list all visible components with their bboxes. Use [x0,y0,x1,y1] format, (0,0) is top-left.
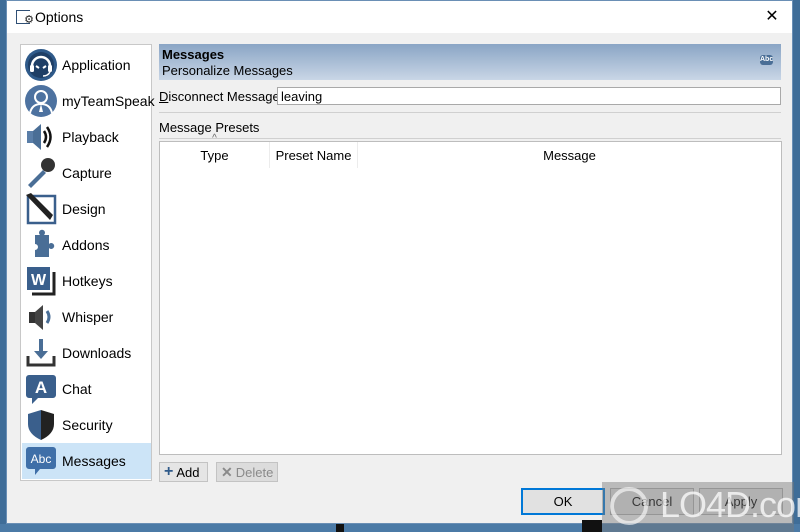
label-text: isconnect Message: [168,89,284,104]
speaker-icon [24,120,58,154]
delete-preset-button[interactable]: ✕ Delete [216,462,278,482]
mnemonic-letter: D [159,89,169,104]
ok-button[interactable]: OK [521,488,605,515]
svg-text:Abc: Abc [31,452,52,466]
svg-text:A: A [35,378,47,397]
sidebar-item-downloads[interactable]: Downloads [22,335,151,371]
sidebar-item-label: Playback [62,129,119,145]
watermark-logo-icon [610,487,648,525]
sidebar-item-label: Security [62,417,113,433]
svg-text:W: W [31,272,47,289]
sidebar-item-label: Design [62,201,106,217]
disconnect-message-label: Disconnect Message: [159,89,283,104]
sidebar-item-whisper[interactable]: Whisper [22,299,151,335]
abc-bubble-icon: Abc [760,55,774,65]
add-preset-button[interactable]: + Add [159,462,208,482]
sidebar-item-label: Messages [62,453,126,469]
sidebar-item-label: Addons [62,237,110,253]
page-header: Messages Personalize Messages Abc [159,44,781,80]
user-avatar-icon [24,84,58,118]
message-presets-table[interactable]: ^ Type Preset Name Message [159,133,782,455]
sidebar-item-messages[interactable]: Abc Messages [22,443,151,479]
disconnect-message-input[interactable] [277,87,781,105]
chat-bubble-icon: A [24,372,58,406]
shield-icon [24,408,58,442]
button-label: Add [176,464,200,480]
headset-icon [24,48,58,82]
plus-icon: + [164,463,174,480]
sidebar-item-chat[interactable]: A Chat [22,371,151,407]
sidebar-item-design[interactable]: Design [22,191,151,227]
sidebar-item-label: Chat [62,381,92,397]
close-icon[interactable]: ✕ [760,5,784,29]
sidebar-item-label: Whisper [62,309,114,325]
keyboard-key-icon: W [24,264,58,298]
column-header-type[interactable]: ^ Type [160,133,270,168]
sidebar-item-hotkeys[interactable]: W Hotkeys [22,263,151,299]
watermark-overlay: LO4D.com [602,482,800,532]
window-title: Options [35,9,84,25]
download-icon [24,336,58,370]
column-label: Preset Name [275,148,352,163]
sidebar-item-security[interactable]: Security [22,407,151,443]
options-gear-icon: ⚙ [16,10,34,26]
divider [159,112,781,113]
options-window: ⚙ Options ✕ Application myTeamSpeak Play… [6,0,793,524]
sidebar-item-myteamspeak[interactable]: myTeamSpeak [22,83,155,119]
column-header-preset-name[interactable]: Preset Name [270,142,358,168]
microphone-icon [24,156,58,190]
sidebar-item-application[interactable]: Application [22,47,151,83]
watermark-text: LO4D.com [660,484,800,525]
sort-ascending-icon: ^ [212,133,217,144]
sidebar-item-label: myTeamSpeak [62,93,155,109]
column-header-message[interactable]: Message [358,142,781,168]
sidebar-item-label: Application [62,57,131,73]
sidebar-item-addons[interactable]: Addons [22,227,151,263]
desktop-figure [336,524,344,532]
sidebar-item-label: Capture [62,165,112,181]
desktop-figure [582,520,602,532]
column-label: Message [543,148,596,163]
page-title: Messages [162,47,225,62]
pencil-icon [24,192,58,226]
delete-x-icon: ✕ [221,464,233,480]
abc-bubble-icon: Abc [24,444,58,478]
settings-sidebar: Application myTeamSpeak Playback Capture… [20,44,155,481]
puzzle-icon [24,228,58,262]
sidebar-item-label: Downloads [62,345,132,361]
sidebar-item-playback[interactable]: Playback [22,119,151,155]
title-bar[interactable]: ⚙ Options ✕ [7,1,792,33]
button-label: Delete [235,464,274,480]
sidebar-item-capture[interactable]: Capture [22,155,151,191]
column-label: Type [200,148,229,163]
sidebar-item-label: Hotkeys [62,273,113,289]
page-subtitle: Personalize Messages [162,63,293,78]
whisper-speaker-icon [24,300,58,334]
